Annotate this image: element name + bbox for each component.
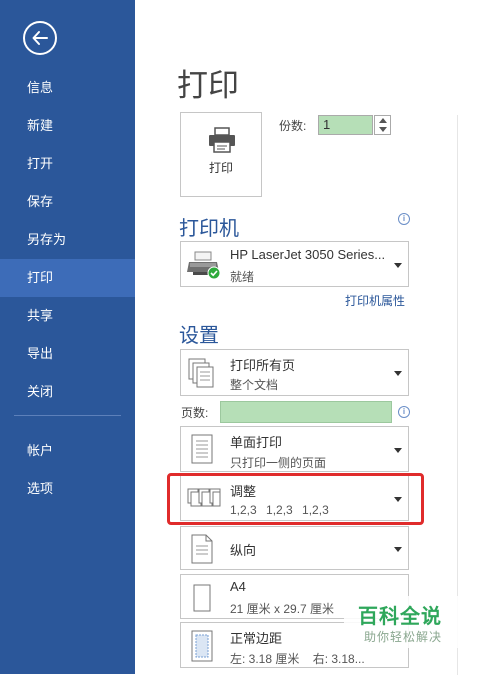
nav-account[interactable]: 帐户 <box>0 432 135 470</box>
settings-heading: 设置 <box>179 323 219 347</box>
sidebar-divider <box>14 415 121 416</box>
spin-up-icon[interactable] <box>379 118 387 123</box>
copies-label: 份数: <box>279 119 307 133</box>
print-button-label: 打印 <box>208 161 233 175</box>
paper-size-icon <box>193 584 211 612</box>
back-button[interactable] <box>23 21 57 55</box>
chevron-down-icon <box>394 263 402 268</box>
annotation-highlight <box>167 473 424 525</box>
paper-size-title: A4 <box>230 579 246 594</box>
nav-close[interactable]: 关闭 <box>0 373 135 411</box>
pages-label: 页数: <box>181 406 209 420</box>
copies-input[interactable]: 1 <box>318 115 373 135</box>
chevron-down-icon <box>394 547 402 552</box>
info-icon[interactable]: i <box>398 406 410 418</box>
nav-save[interactable]: 保存 <box>0 183 135 221</box>
backstage-sidebar: 信息 新建 打开 保存 另存为 打印 共享 导出 关闭 帐户 选项 <box>0 0 135 674</box>
printer-dropdown[interactable]: HP LaserJet 3050 Series... 就绪 <box>180 241 409 287</box>
nav-info[interactable]: 信息 <box>0 69 135 107</box>
sides-dropdown[interactable]: 单面打印 只打印一侧的页面 <box>180 426 409 472</box>
printer-name: HP LaserJet 3050 Series... <box>230 247 386 262</box>
nav-open[interactable]: 打开 <box>0 145 135 183</box>
pages-stack-icon <box>188 358 214 388</box>
printer-properties-link[interactable]: 打印机属性 <box>345 292 405 309</box>
paper-size-subtitle: 21 厘米 x 29.7 厘米 <box>230 602 335 616</box>
spin-down-icon[interactable] <box>379 127 387 132</box>
copies-spinner[interactable] <box>374 115 391 135</box>
info-icon[interactable]: i <box>398 213 410 225</box>
nav-export[interactable]: 导出 <box>0 335 135 373</box>
watermark: 百科全说 助你轻松解决 <box>344 596 459 648</box>
nav-share[interactable]: 共享 <box>0 297 135 335</box>
margins-subtitle: 左: 3.18 厘米 右: 3.18... <box>230 652 365 666</box>
nav-print[interactable]: 打印 <box>0 259 135 297</box>
printer-device-icon <box>187 251 221 280</box>
preview-divider <box>457 115 458 675</box>
nav-save-as[interactable]: 另存为 <box>0 221 135 259</box>
chevron-down-icon <box>394 448 402 453</box>
printer-heading: 打印机 <box>179 216 239 240</box>
print-button[interactable]: 打印 <box>180 112 262 197</box>
printer-icon <box>209 127 235 153</box>
sides-subtitle: 只打印一侧的页面 <box>230 456 327 470</box>
orientation-dropdown[interactable]: 纵向 <box>180 526 409 570</box>
watermark-title: 百科全说 <box>358 604 442 628</box>
printer-status: 就绪 <box>230 270 255 284</box>
margins-title: 正常边距 <box>230 631 283 646</box>
back-arrow-icon <box>32 31 48 45</box>
single-sided-icon <box>191 434 213 464</box>
watermark-subtitle: 助你轻松解决 <box>364 630 443 644</box>
print-range-dropdown[interactable]: 打印所有页 整个文档 <box>180 349 409 396</box>
nav-options[interactable]: 选项 <box>0 470 135 508</box>
chevron-down-icon <box>394 371 402 376</box>
sides-title: 单面打印 <box>230 435 283 450</box>
print-range-subtitle: 整个文档 <box>230 378 279 392</box>
nav-new[interactable]: 新建 <box>0 107 135 145</box>
margins-icon <box>191 630 213 662</box>
page-title: 打印 <box>177 68 239 104</box>
print-range-title: 打印所有页 <box>230 358 296 373</box>
pages-input[interactable] <box>220 401 392 423</box>
orientation-title: 纵向 <box>230 543 257 558</box>
portrait-page-icon <box>191 534 213 564</box>
